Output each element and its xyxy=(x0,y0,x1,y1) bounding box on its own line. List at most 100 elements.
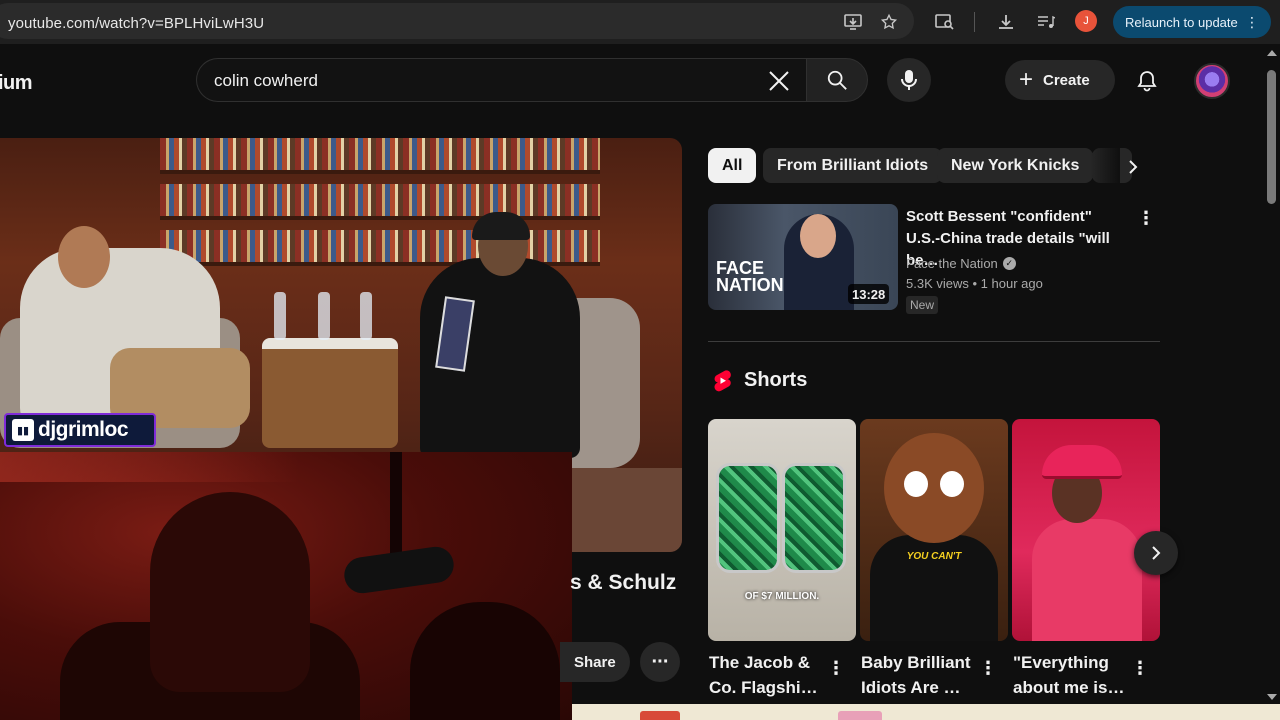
twitch-icon: ▮▮ xyxy=(12,419,34,441)
recommended-channel[interactable]: Face the Nation ✓ xyxy=(906,256,1016,271)
webcam-person xyxy=(150,492,310,692)
search-button[interactable] xyxy=(806,58,868,102)
scroll-down-arrow-icon[interactable] xyxy=(1267,694,1277,700)
thumbnail-baby-eye xyxy=(904,471,928,497)
taskbar-app-icon[interactable] xyxy=(640,711,680,720)
more-vertical-icon: ⋮ xyxy=(827,657,845,678)
microphone-icon xyxy=(901,70,917,90)
thumbnail-watch xyxy=(782,463,846,573)
more-vertical-icon: ⋮ xyxy=(979,657,997,678)
page-scrollbar[interactable] xyxy=(1264,44,1280,704)
chip-from-brilliant-idiots[interactable]: From Brilliant Idiots xyxy=(763,148,943,183)
short-caption: YOU CAN'T xyxy=(906,551,962,562)
more-actions-button[interactable]: ··· xyxy=(640,642,680,682)
upload-age: 1 hour ago xyxy=(980,276,1043,291)
thumbnail-person-body xyxy=(1032,519,1142,641)
short-thumbnail[interactable] xyxy=(1012,419,1160,641)
verified-check-icon: ✓ xyxy=(1002,257,1016,270)
toolbar-separator xyxy=(974,12,975,32)
channel-name: Face the Nation xyxy=(906,256,998,271)
browser-profile-avatar[interactable]: J xyxy=(1075,10,1097,32)
address-bar[interactable]: youtube.com/watch?v=BPLHviLwH3U xyxy=(0,3,914,39)
search-input[interactable]: colin cowherd xyxy=(196,58,806,102)
streamer-name: djgrimloc xyxy=(38,418,129,441)
short-thumbnail[interactable]: OF $7 MILLION. xyxy=(708,419,856,641)
webcam-shadow xyxy=(410,602,560,720)
thumbnail-hat xyxy=(1042,445,1122,479)
recommended-meta: 5.3K views • 1 hour ago xyxy=(906,276,1043,291)
clear-search-button[interactable] xyxy=(764,66,794,96)
tab-search-icon[interactable] xyxy=(934,11,956,33)
water-bottle xyxy=(274,292,286,340)
thumbnail-baby-head xyxy=(884,433,984,543)
chip-fade xyxy=(1090,148,1120,183)
bookshelf-row xyxy=(160,184,600,220)
browser-toolbar: youtube.com/watch?v=BPLHviLwH3U J Relaun… xyxy=(0,0,1280,44)
share-label: Share xyxy=(574,653,616,671)
section-divider xyxy=(708,341,1160,342)
thumbnail-watch xyxy=(716,463,780,573)
shorts-next-button[interactable] xyxy=(1134,531,1178,575)
view-count: 5.3K views xyxy=(906,276,969,291)
water-bottle xyxy=(318,292,330,340)
water-bottle xyxy=(360,292,372,340)
more-vertical-icon: ⋮ xyxy=(1137,207,1155,228)
notifications-button[interactable] xyxy=(1130,64,1164,98)
new-badge: New xyxy=(906,296,939,314)
chips-next-button[interactable] xyxy=(1118,152,1148,182)
short-title[interactable]: "Everything about me is… xyxy=(1013,650,1131,700)
more-horizontal-icon: ··· xyxy=(651,650,670,673)
scroll-up-arrow-icon[interactable] xyxy=(1267,50,1277,56)
relaunch-label: Relaunch to update xyxy=(1125,14,1238,30)
short-title[interactable]: The Jacob & Co. Flagshi… xyxy=(709,650,827,700)
video-table xyxy=(262,338,398,448)
chevron-right-icon xyxy=(1152,546,1161,560)
studio-microphone xyxy=(342,544,456,596)
youtube-header: ium colin cowherd + Create xyxy=(0,44,1264,116)
browser-menu-icon[interactable]: ⋮ xyxy=(1245,14,1259,31)
thumbnail-face xyxy=(800,214,836,258)
video-duration: 13:28 xyxy=(848,284,890,304)
webcam-light xyxy=(0,452,300,482)
short-title[interactable]: Baby Brilliant Idiots Are … xyxy=(861,650,979,700)
logo-line: NATION xyxy=(716,275,784,295)
plus-icon: + xyxy=(1019,66,1034,93)
streamer-tag: ▮▮ djgrimloc xyxy=(4,413,156,447)
shorts-section-title: Shorts xyxy=(744,369,808,391)
short-caption: OF $7 MILLION. xyxy=(744,591,820,602)
more-vertical-icon: ⋮ xyxy=(1131,657,1149,678)
short-menu-button[interactable]: ⋮ xyxy=(827,656,845,680)
recommended-menu-button[interactable]: ⋮ xyxy=(1136,206,1156,230)
video-person-head xyxy=(58,226,110,288)
account-avatar[interactable] xyxy=(1194,63,1230,99)
chevron-right-icon xyxy=(1129,160,1138,174)
shorts-icon xyxy=(714,370,731,392)
short-menu-button[interactable]: ⋮ xyxy=(979,656,997,680)
thumbnail-baby-eye xyxy=(940,471,964,497)
relaunch-button[interactable]: Relaunch to update ⋮ xyxy=(1113,6,1271,38)
voice-search-button[interactable] xyxy=(887,58,931,102)
youtube-logo[interactable]: ium xyxy=(0,72,33,95)
share-button[interactable]: Share xyxy=(560,642,630,682)
bookshelf-row xyxy=(160,138,600,174)
create-button[interactable]: + Create xyxy=(1005,60,1115,100)
download-icon[interactable] xyxy=(995,11,1017,33)
media-control-icon[interactable] xyxy=(1035,11,1057,33)
create-label: Create xyxy=(1043,71,1090,89)
meta-dot: • xyxy=(972,276,981,291)
face-the-nation-logo: FACE NATION xyxy=(716,259,784,295)
search-query[interactable]: colin cowherd xyxy=(214,71,318,91)
bookmark-star-icon[interactable] xyxy=(878,11,900,33)
scrollbar-thumb[interactable] xyxy=(1267,70,1276,204)
mic-arm xyxy=(390,452,402,562)
webcam-overlay xyxy=(0,452,572,720)
taskbar-app-icon[interactable] xyxy=(838,711,882,720)
close-icon xyxy=(769,71,789,91)
chip-all[interactable]: All xyxy=(708,148,757,183)
short-menu-button[interactable]: ⋮ xyxy=(1131,656,1149,680)
url-text[interactable]: youtube.com/watch?v=BPLHviLwH3U xyxy=(8,15,264,32)
install-app-icon[interactable] xyxy=(842,11,864,33)
short-thumbnail[interactable]: YOU CAN'T xyxy=(860,419,1008,641)
search-icon xyxy=(827,70,847,90)
chip-new-york-knicks[interactable]: New York Knicks xyxy=(937,148,1094,183)
